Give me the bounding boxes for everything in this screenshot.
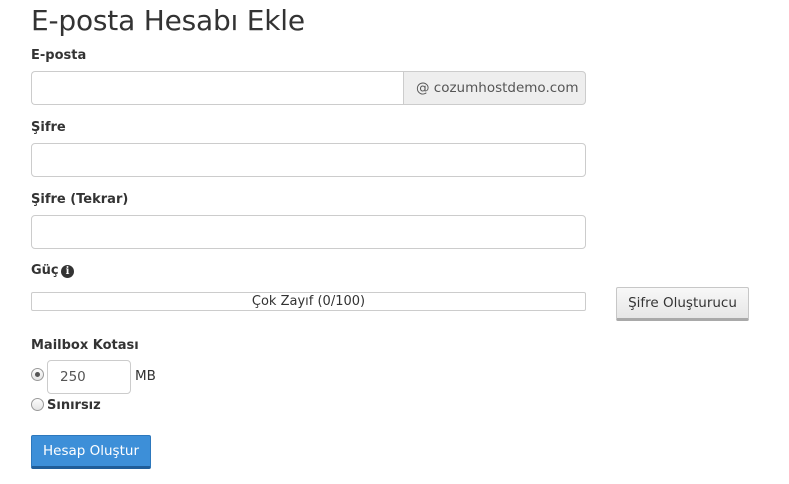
password-strength-text: Çok Zayıf (0/100): [251, 294, 366, 309]
quota-unlimited-label[interactable]: Sınırsız: [47, 398, 101, 413]
strength-label: Güç: [31, 263, 59, 278]
password-label: Şifre: [31, 120, 66, 135]
password-input[interactable]: [31, 143, 586, 177]
email-label: E-posta: [31, 48, 87, 63]
quota-label: Mailbox Kotası: [31, 338, 139, 353]
quota-limited-radio[interactable]: [31, 368, 44, 381]
create-account-button[interactable]: Hesap Oluştur: [31, 435, 151, 469]
password-repeat-input[interactable]: [31, 215, 586, 249]
page-title: E-posta Hesabı Ekle: [31, 4, 305, 37]
password-strength-meter: Çok Zayıf (0/100): [31, 292, 586, 311]
quota-input[interactable]: [47, 360, 131, 394]
email-domain-addon: @ cozumhostdemo.com: [403, 71, 586, 105]
email-input[interactable]: [31, 71, 403, 105]
quota-unlimited-radio[interactable]: [31, 398, 44, 411]
quota-unit: MB: [135, 368, 156, 384]
info-circle-icon[interactable]: i: [61, 265, 74, 278]
password-generator-button[interactable]: Şifre Oluşturucu: [616, 287, 749, 321]
password-repeat-label: Şifre (Tekrar): [31, 192, 129, 207]
